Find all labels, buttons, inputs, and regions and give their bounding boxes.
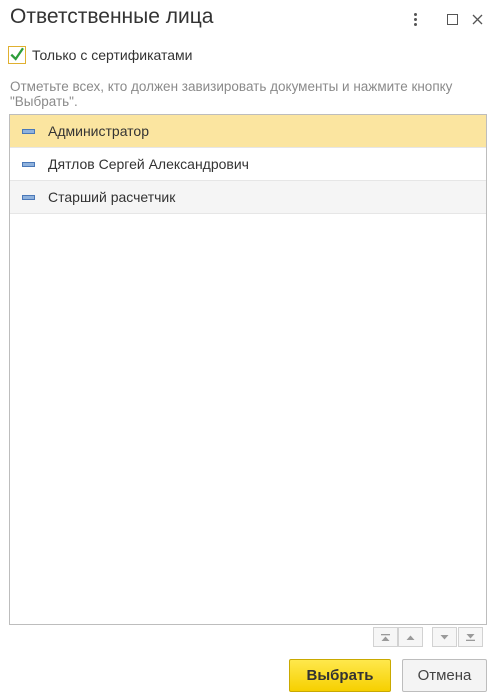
check-icon [10, 47, 24, 61]
responsible-persons-list[interactable]: Администратор Дятлов Сергей Александрови… [9, 114, 487, 625]
instruction-text: Отметьте всех, кто должен завизировать д… [10, 79, 453, 109]
move-up-icon [406, 635, 415, 640]
list-item-label: Дятлов Сергей Александрович [48, 156, 249, 172]
list-item[interactable]: Дятлов Сергей Александрович [10, 148, 486, 181]
window-title: Ответственные лица [10, 5, 214, 28]
maximize-icon [446, 13, 458, 25]
move-down-icon [440, 634, 449, 639]
move-first-button[interactable] [373, 627, 398, 647]
user-icon [22, 194, 35, 200]
list-item[interactable]: Старший расчетчик [10, 181, 486, 214]
move-up-button[interactable] [398, 627, 423, 647]
move-last-icon [466, 633, 475, 641]
user-icon [22, 128, 35, 134]
more-icon [413, 12, 417, 26]
list-item-label: Администратор [48, 123, 150, 139]
list-item-label: Старший расчетчик [48, 189, 176, 205]
only-with-certificates-option[interactable]: Только с сертификатами [8, 44, 192, 66]
cancel-button[interactable]: Отмена [402, 659, 487, 692]
move-last-button[interactable] [458, 627, 483, 647]
list-item[interactable]: Администратор [10, 115, 486, 148]
more-menu-button[interactable] [403, 8, 427, 30]
move-down-button[interactable] [432, 627, 457, 647]
maximize-button[interactable] [440, 8, 464, 30]
close-icon [472, 14, 482, 24]
move-first-icon [381, 633, 390, 641]
select-button[interactable]: Выбрать [289, 659, 391, 692]
checkbox-label: Только с сертификатами [32, 47, 193, 63]
only-with-certificates-checkbox[interactable] [8, 46, 26, 64]
close-button[interactable] [465, 8, 489, 30]
user-icon [22, 161, 35, 167]
